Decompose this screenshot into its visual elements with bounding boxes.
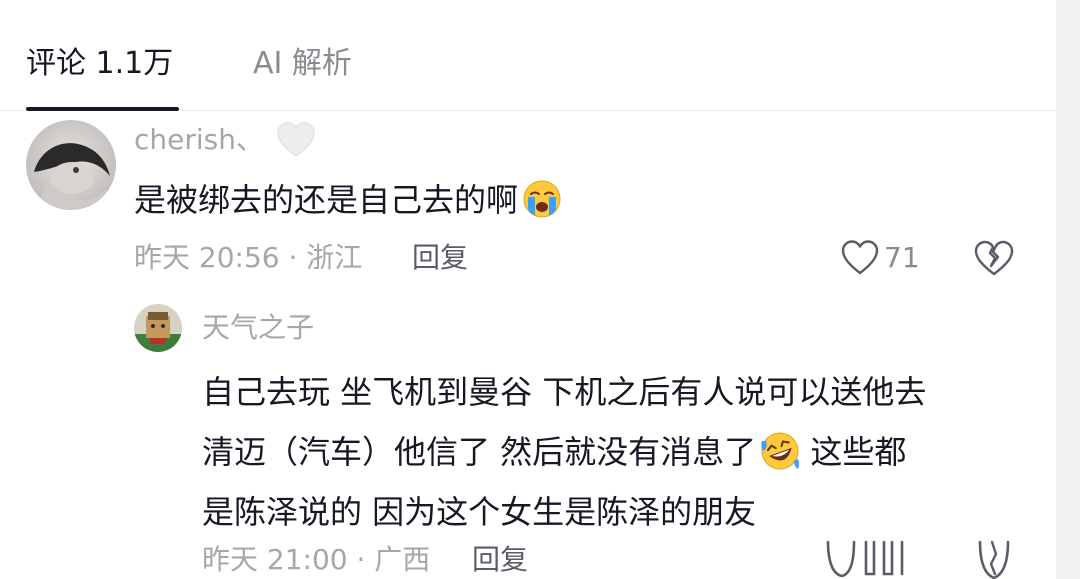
scroll-gutter bbox=[1056, 0, 1080, 579]
heart-outline-icon bbox=[841, 240, 879, 275]
reply-meta: 昨天 21:00 · 广西 bbox=[202, 543, 431, 576]
reply-text-line: 清迈（汽车）他信了 然后就没有消息了 这些都 bbox=[202, 422, 1022, 482]
comment-panel: 评论 1.1万 AI 解析 cherish、 是被绑去的还是自己去的啊 昨天 2… bbox=[0, 0, 1080, 579]
reply-text-line: 自己去玩 坐飞机到曼谷 下机之后有人说可以送他去 bbox=[202, 373, 927, 411]
tab-bar: 评论 1.1万 AI 解析 bbox=[0, 0, 1056, 111]
comment-text: 是被绑去的还是自己去的啊 bbox=[134, 178, 562, 222]
reply-button[interactable]: 回复 bbox=[412, 240, 468, 276]
comment-username[interactable]: cherish、 bbox=[134, 122, 264, 158]
reply-username[interactable]: 天气之子 bbox=[202, 310, 314, 346]
reply-reply-button[interactable]: 回复 bbox=[472, 542, 528, 578]
avatar[interactable] bbox=[26, 120, 116, 210]
tab-ai-analysis[interactable]: AI 解析 bbox=[253, 44, 352, 84]
reply-avatar[interactable] bbox=[134, 304, 182, 352]
comment-meta: 昨天 20:56 · 浙江 bbox=[134, 241, 363, 274]
broken-heart-icon[interactable] bbox=[972, 236, 1016, 280]
reply-text-segment: 清迈（汽车）他信了 然后就没有消息了 bbox=[202, 433, 757, 471]
broken-heart-icon[interactable] bbox=[972, 538, 1016, 579]
like-count: 71 bbox=[884, 241, 920, 274]
comment-text-body: 是被绑去的还是自己去的啊 bbox=[134, 181, 519, 219]
crying-face-icon bbox=[523, 180, 561, 218]
heart-outline-icon[interactable] bbox=[822, 538, 922, 579]
heart-badge-icon bbox=[277, 122, 315, 157]
active-tab-indicator bbox=[26, 107, 179, 111]
reply-text-segment: 这些都 bbox=[800, 433, 907, 471]
reply-text-line: 是陈泽说的 因为这个女生是陈泽的朋友 bbox=[202, 493, 757, 531]
like-button[interactable]: 71 bbox=[840, 236, 920, 280]
tab-comments[interactable]: 评论 1.1万 bbox=[26, 44, 173, 84]
reply-text: 自己去玩 坐飞机到曼谷 下机之后有人说可以送他去 清迈（汽车）他信了 然后就没有… bbox=[202, 362, 1022, 542]
rolling-laughing-face-icon bbox=[761, 432, 800, 470]
